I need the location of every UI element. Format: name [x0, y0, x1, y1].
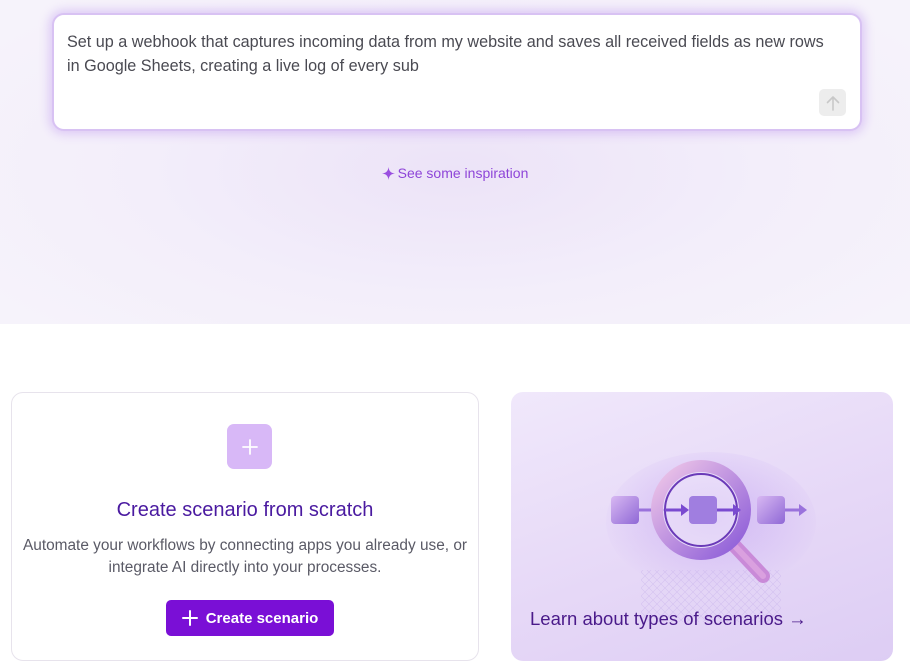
prompt-input-box[interactable]: Set up a webhook that captures incoming … [52, 13, 862, 131]
plus-icon [241, 438, 258, 455]
learn-scenario-types-link[interactable]: Learn about types of scenarios → [530, 608, 807, 630]
arrow-up-icon [826, 95, 839, 111]
send-button[interactable] [819, 89, 846, 116]
create-scenario-button[interactable]: Create scenario [166, 600, 334, 636]
see-inspiration-label: See some inspiration [397, 165, 529, 181]
card-description: Automate your workflows by connecting ap… [23, 537, 467, 576]
plus-tile [227, 424, 272, 469]
magnifier-flow-illustration [606, 452, 816, 622]
hero-section: Set up a webhook that captures incoming … [0, 0, 910, 324]
card-title: Create scenario from scratch [116, 499, 374, 521]
see-inspiration-link[interactable]: See some inspiration [0, 165, 910, 183]
plus-icon [181, 610, 198, 626]
create-from-scratch-card: Create scenario from scratch Automate yo… [11, 392, 479, 661]
create-scenario-label: Create scenario [205, 609, 319, 627]
learn-scenarios-card[interactable]: Learn about types of scenarios → [511, 392, 893, 661]
sparkle-icon [381, 167, 395, 183]
prompt-text[interactable]: Set up a webhook that captures incoming … [67, 30, 837, 78]
